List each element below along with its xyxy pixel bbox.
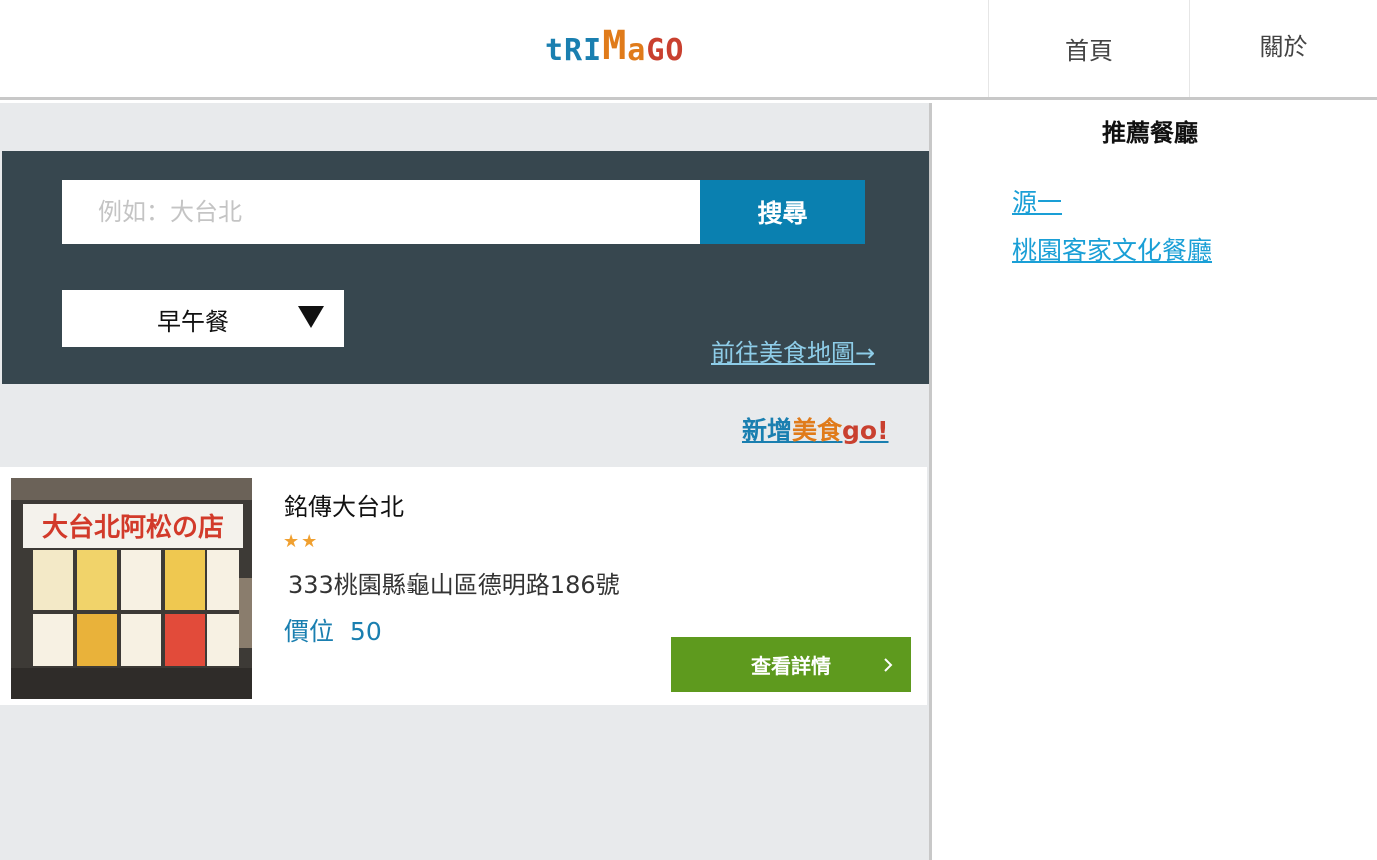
price-value: 50 [349,617,382,646]
recommend-link[interactable]: 桃園客家文化餐廳 [1012,236,1212,265]
top-header: tR I M a GO 首頁 關於 [0,0,1377,100]
list-item: 桃園客家文化餐廳 [1012,227,1212,275]
restaurant-price: 價位 50 [284,612,382,648]
logo-part: tR [545,33,584,68]
recommend-list: 源一 桃園客家文化餐廳 [1012,179,1212,275]
restaurant-name[interactable]: 銘傳大台北 [284,487,404,522]
restaurant-address: 333桃園縣龜山區德明路186號 [288,571,620,599]
restaurant-card: 大台北阿松の店 銘傳大台北 ★★ 333桃園縣龜山區德明路186號 價位 50 [0,467,927,705]
view-details-button[interactable]: 查看詳情 [671,637,911,692]
logo-part: M [602,23,628,69]
category-selected-value: 早午餐 [157,308,229,336]
logo-part: a [627,33,647,68]
main-content: 搜尋 早午餐 前往美食地圖→ 新增美食go! 大台北阿松の店 [0,103,929,860]
trimago-logo[interactable]: tR I M a GO [545,26,684,66]
search-button[interactable]: 搜尋 [700,180,865,244]
view-details-label: 查看詳情 [751,654,831,678]
recommend-sidebar: 推薦餐廳 源一 桃園客家文化餐廳 [932,103,1377,860]
rating-stars: ★★ [283,531,320,552]
price-label: 價位 [284,617,335,646]
search-panel: 搜尋 早午餐 前往美食地圖→ [2,151,929,384]
list-item: 源一 [1012,179,1212,227]
sidebar-title: 推薦餐廳 [1102,119,1198,147]
add-link-part: 新增 [742,416,793,445]
logo-part: GO [646,33,685,68]
category-select[interactable]: 早午餐 [62,290,344,347]
restaurant-photo-graphic: 大台北阿松の店 [11,478,252,699]
nav-home-link[interactable]: 首頁 [988,0,1189,97]
photo-sign-text: 大台北阿松の店 [42,512,224,543]
add-food-link[interactable]: 新增美食go! [742,411,889,447]
add-link-part: go! [842,416,889,445]
search-input[interactable] [62,180,700,244]
nav-about-link[interactable]: 關於 [1189,0,1377,97]
logo-part: I [583,33,603,68]
chevron-right-icon [884,658,893,672]
add-link-part: 美食 [792,416,843,445]
recommend-link[interactable]: 源一 [1012,188,1062,217]
food-map-link[interactable]: 前往美食地圖→ [711,333,875,368]
restaurant-photo[interactable]: 大台北阿松の店 [11,478,252,699]
dropdown-arrow-icon [298,306,324,328]
